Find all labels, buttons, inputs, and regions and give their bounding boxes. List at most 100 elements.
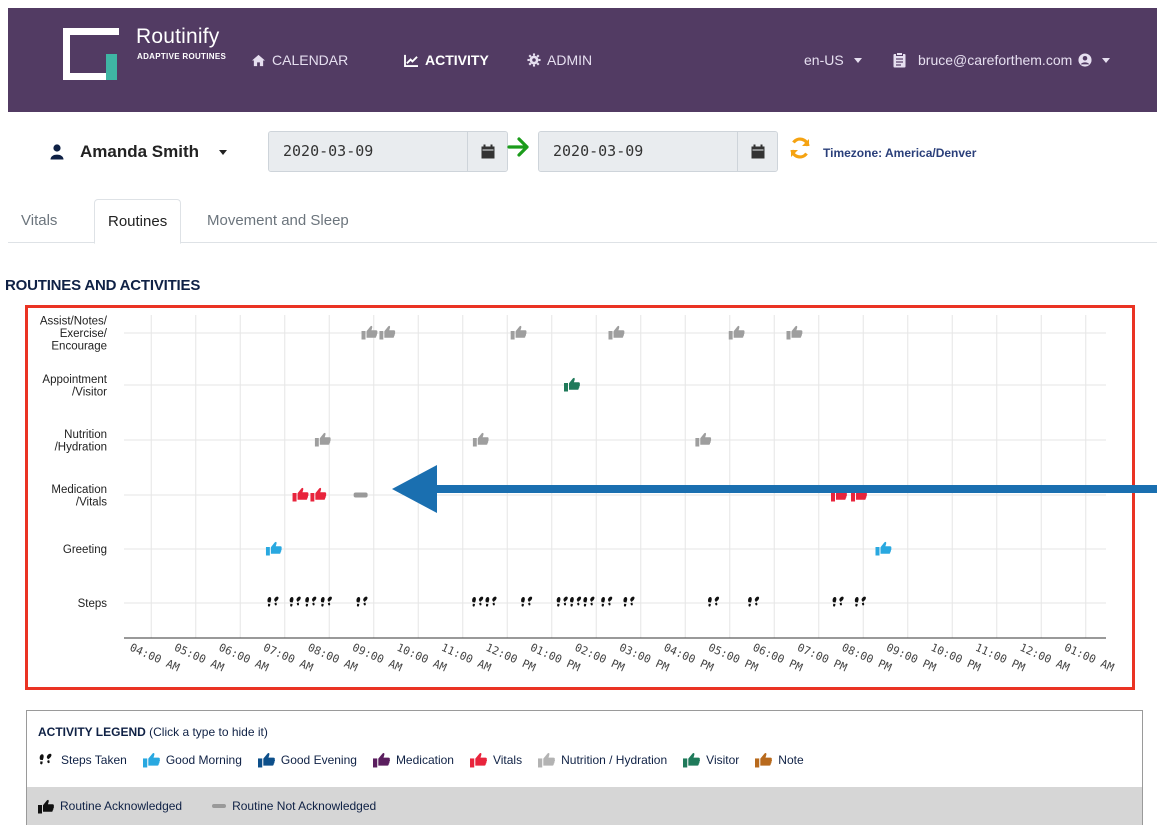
legend-footer: Routine Acknowledged Routine Not Acknowl… xyxy=(27,787,1142,825)
x-tick-label: 05:00 PM xyxy=(706,641,760,675)
chart-marks xyxy=(265,325,892,607)
chart-mark-steps[interactable] xyxy=(556,596,568,607)
legend-item-label: Good Evening xyxy=(280,752,357,767)
chart-x-axis: 04:00 AM05:00 AM06:00 AM07:00 AM08:00 AM… xyxy=(128,641,1117,675)
thumbs-up-icon xyxy=(469,752,487,768)
chart-mark-steps[interactable] xyxy=(472,596,484,607)
chart-mark-thumbs-up[interactable] xyxy=(314,432,331,447)
legend-item-label: Vitals xyxy=(492,752,523,767)
chart-mark-steps[interactable] xyxy=(485,596,497,607)
x-tick-label: 05:00 AM xyxy=(172,641,226,675)
legend-item-label: Medication xyxy=(395,752,454,767)
chart-mark-not-acknowledged[interactable] xyxy=(353,492,368,498)
legend-item[interactable]: Good Evening xyxy=(257,751,357,768)
chart-mark-steps[interactable] xyxy=(601,596,613,607)
chart-mark-thumbs-up[interactable] xyxy=(510,325,527,340)
chart-mark-steps[interactable] xyxy=(832,596,844,607)
chart-mark-steps[interactable] xyxy=(748,596,760,607)
chart-mark-thumbs-up[interactable] xyxy=(564,377,580,392)
legend-routine-not-acknowledged-label: Routine Not Acknowledged xyxy=(232,799,377,813)
chart-mark-thumbs-up[interactable] xyxy=(265,541,282,556)
chart-mark-thumbs-up[interactable] xyxy=(728,325,745,340)
y-tick-label: Greeting xyxy=(63,544,107,556)
thumbs-up-icon xyxy=(755,752,773,768)
y-tick-label: Nutrition xyxy=(64,429,107,441)
legend-item[interactable]: Vitals xyxy=(469,751,523,768)
thumbs-up-icon xyxy=(257,752,275,768)
chart-mark-steps[interactable] xyxy=(570,596,582,607)
x-tick-label: 08:00 AM xyxy=(306,641,360,675)
thumbs-up-icon xyxy=(142,752,160,768)
y-tick-label: /Vitals xyxy=(76,496,107,508)
y-tick-label: Encourage xyxy=(51,341,107,353)
legend-title: ACTIVITY LEGEND (Click a type to hide it… xyxy=(38,725,268,739)
chart-mark-thumbs-up[interactable] xyxy=(875,541,892,556)
chart-mark-thumbs-up[interactable] xyxy=(379,325,396,340)
chart-mark-steps[interactable] xyxy=(708,596,720,607)
chart-mark-thumbs-up[interactable] xyxy=(608,325,625,340)
chart-mark-steps[interactable] xyxy=(267,596,279,607)
x-tick-label: 07:00 PM xyxy=(795,641,849,675)
thumbs-up-icon xyxy=(372,752,390,768)
routines-chart: Assist/Notes/Exercise/Encourage Appointme… xyxy=(40,315,1157,675)
legend-item[interactable]: Visitor xyxy=(683,751,739,768)
legend-item-label: Good Morning xyxy=(165,752,242,767)
x-tick-label: 03:00 PM xyxy=(617,641,671,675)
legend-items: Steps Taken Good Morning Good Evening Medic… xyxy=(38,751,804,768)
legend-item[interactable]: Good Morning xyxy=(142,751,242,768)
legend-title-bold: ACTIVITY LEGEND xyxy=(38,725,146,739)
x-tick-label: 11:00 PM xyxy=(973,641,1027,675)
legend-item[interactable]: Steps Taken xyxy=(38,751,127,768)
x-tick-label: 04:00 AM xyxy=(128,641,182,675)
legend-item-label: Nutrition / Hydration xyxy=(561,752,668,767)
chart-mark-steps[interactable] xyxy=(583,596,595,607)
x-tick-label: 11:00 AM xyxy=(439,641,493,675)
x-tick-label: 10:00 AM xyxy=(395,641,449,675)
chart-mark-thumbs-up[interactable] xyxy=(695,432,712,447)
y-tick-label: Assist/Notes/ xyxy=(40,316,108,328)
chart-mark-thumbs-up[interactable] xyxy=(472,432,489,447)
x-tick-label: 09:00 PM xyxy=(884,641,938,675)
y-tick-label: Exercise/ xyxy=(60,328,108,340)
y-tick-label: Medication xyxy=(51,484,107,496)
y-tick-label: Steps xyxy=(78,598,108,610)
x-tick-label: 12:00 PM xyxy=(484,641,538,675)
chart-mark-steps[interactable] xyxy=(320,596,332,607)
legend-routine-acknowledged-label: Routine Acknowledged xyxy=(60,799,183,813)
chart-mark-thumbs-up[interactable] xyxy=(786,325,803,340)
y-tick-label: /Visitor xyxy=(72,386,107,398)
x-tick-label: 01:00 AM xyxy=(1062,641,1116,675)
chart-mark-steps[interactable] xyxy=(854,596,866,607)
legend-routine-not-acknowledged: Routine Not Acknowledged xyxy=(212,799,376,813)
legend-item[interactable]: Medication xyxy=(372,751,454,768)
thumbs-up-icon xyxy=(538,752,556,768)
chart-mark-thumbs-up[interactable] xyxy=(361,325,378,340)
x-tick-label: 07:00 AM xyxy=(261,641,315,675)
x-tick-label: 08:00 PM xyxy=(840,641,894,675)
legend-item-label: Visitor xyxy=(706,752,740,767)
chart-mark-steps[interactable] xyxy=(623,596,635,607)
thumbs-up-icon xyxy=(683,752,701,768)
x-tick-label: 02:00 PM xyxy=(573,641,627,675)
legend-item-label: Note xyxy=(778,752,804,767)
legend-item[interactable]: Nutrition / Hydration xyxy=(538,751,667,768)
legend-item[interactable]: Note xyxy=(755,751,804,768)
legend-item-label: Steps Taken xyxy=(61,752,127,767)
x-tick-label: 06:00 AM xyxy=(217,641,271,675)
footsteps-icon xyxy=(39,753,52,765)
chart-mark-steps[interactable] xyxy=(521,596,533,607)
x-tick-label: 01:00 PM xyxy=(528,641,582,675)
y-tick-label: Appointment xyxy=(42,374,107,386)
x-tick-label: 04:00 PM xyxy=(662,641,716,675)
x-tick-label: 06:00 PM xyxy=(751,641,805,675)
chart-mark-steps[interactable] xyxy=(289,596,301,607)
chart-mark-steps[interactable] xyxy=(305,596,317,607)
legend-title-hint: (Click a type to hide it) xyxy=(145,725,268,739)
chart-mark-thumbs-up[interactable] xyxy=(310,487,327,502)
chart-mark-steps[interactable] xyxy=(356,596,368,607)
chart-grid xyxy=(124,315,1106,639)
chart-y-axis: Assist/Notes/Exercise/Encourage Appointme… xyxy=(40,316,108,611)
thumbs-up-icon xyxy=(38,798,54,814)
y-tick-label: /Hydration xyxy=(55,441,107,453)
chart-mark-thumbs-up[interactable] xyxy=(292,487,309,502)
